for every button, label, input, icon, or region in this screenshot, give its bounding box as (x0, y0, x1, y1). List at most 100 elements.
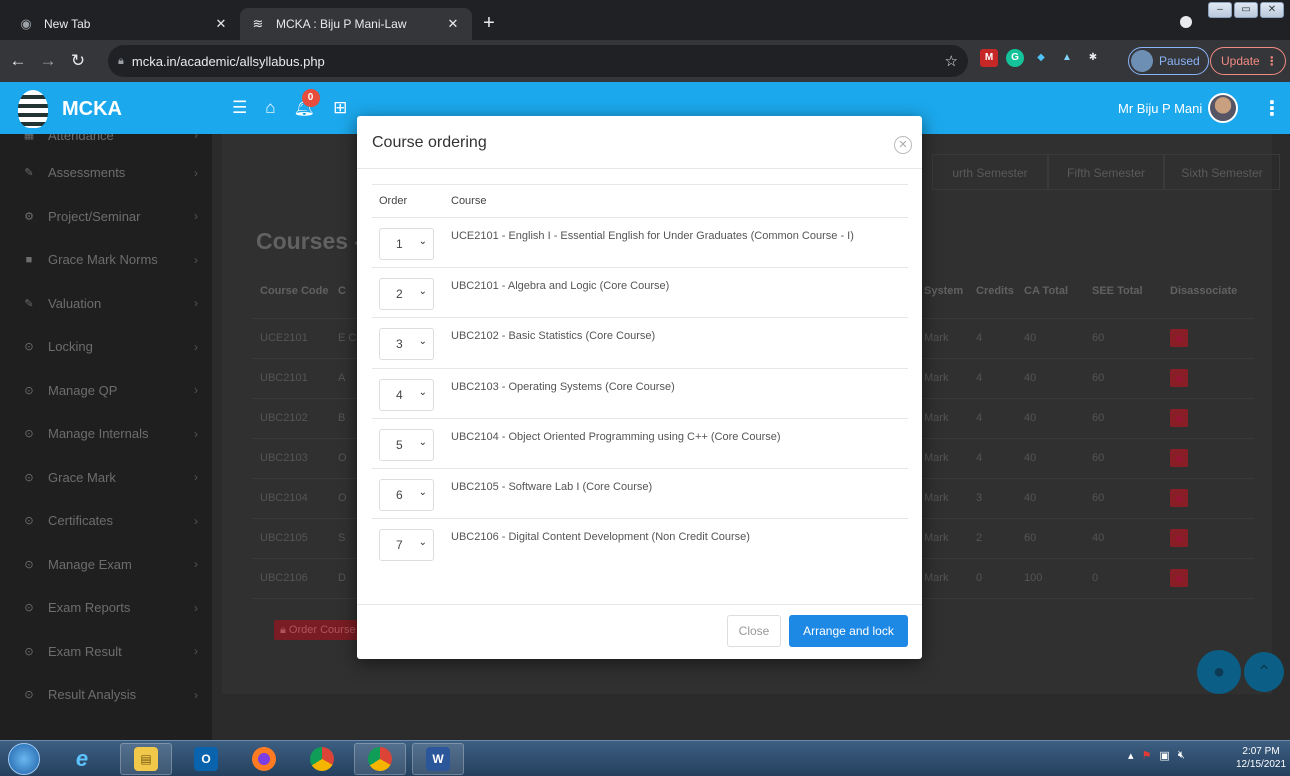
user-name[interactable]: Mr Biju P Mani (1118, 101, 1202, 116)
profile-paused-button[interactable]: Paused (1128, 47, 1209, 75)
gears-icon: ⚙ (24, 210, 34, 223)
chevron-down-icon: ⌄ (418, 436, 427, 448)
new-tab-button[interactable]: + (478, 13, 500, 35)
cell-see: 40 (1084, 518, 1162, 559)
disassociate-button[interactable]: ⦸ (1170, 329, 1188, 347)
apps-grid-icon[interactable]: ⊞ (333, 98, 347, 118)
extension-m-icon[interactable]: M (980, 49, 998, 67)
extension-diamond-icon[interactable]: ◆ (1032, 49, 1050, 67)
chrome-icon: ◉ (20, 16, 32, 31)
sidebar-item-grace-mark[interactable]: ⊙ Grace Mark › (0, 456, 212, 500)
address-bar[interactable]: 🔒︎ mcka.in/academic/allsyllabus.php ☆ (108, 45, 968, 77)
sidebar-item-exam-result[interactable]: ⊙ Exam Result › (0, 630, 212, 674)
sidebar-item-exam-reports[interactable]: ⊙ Exam Reports › (0, 586, 212, 630)
chat-bubble-icon[interactable]: ● (1197, 650, 1241, 694)
order-cell: 1 ⌄ (372, 217, 444, 269)
taskbar-ie[interactable]: e (56, 743, 108, 775)
sidebar-item-certificates[interactable]: ⊙ Certificates › (0, 499, 212, 543)
col-course-code: Course Code (252, 264, 330, 319)
disassociate-button[interactable]: ⦸ (1170, 449, 1188, 467)
clock[interactable]: 2:07 PM 12/15/2021 (1236, 745, 1286, 771)
cell-code: UBC2101 (252, 358, 330, 399)
order-select[interactable]: 5 ⌄ (379, 428, 434, 461)
close-window-icon[interactable]: ✕ (1260, 2, 1284, 18)
tab-close-icon[interactable]: ✕ (444, 16, 462, 32)
order-select[interactable]: 2 ⌄ (379, 278, 434, 311)
tab-mcka[interactable]: ≋ MCKA : Biju P Mani-Law ✕ (240, 8, 472, 40)
reload-icon[interactable]: ↻ (66, 49, 90, 73)
arrange-and-lock-button[interactable]: Arrange and lock (789, 615, 908, 647)
volume-muted-icon[interactable]: 🔇︎ (1178, 749, 1185, 762)
order-cell: 6 ⌄ (372, 468, 444, 520)
disassociate-button[interactable]: ⦸ (1170, 569, 1188, 587)
taskbar-explorer[interactable]: ▤ (120, 743, 172, 775)
back-icon[interactable]: ← (6, 49, 30, 73)
order-select[interactable]: 4 ⌄ (379, 378, 434, 411)
chevron-right-icon: › (194, 557, 198, 572)
action-center-icon[interactable]: ⚑ (1142, 749, 1152, 762)
page-title: Courses - (256, 228, 363, 254)
taskbar-word[interactable]: W (412, 743, 464, 775)
sidebar-item-valuation[interactable]: ✎ Valuation › (0, 282, 212, 326)
sidebar-item-manage-internals[interactable]: ⊙ Manage Internals › (0, 412, 212, 456)
sidebar-item-manage-exam[interactable]: ⊙ Manage Exam › (0, 543, 212, 587)
sidebar-item-project-seminar[interactable]: ⚙ Project/Seminar › (0, 195, 212, 239)
extension-grammarly-icon[interactable]: G (1006, 49, 1024, 67)
chevron-down-icon: ⌄ (418, 486, 427, 498)
disassociate-button[interactable]: ⦸ (1170, 369, 1188, 387)
order-select[interactable]: 6 ⌄ (379, 478, 434, 511)
tab-new-tab[interactable]: ◉ New Tab ✕ (8, 8, 240, 40)
scroll-up-icon[interactable]: ⌃ (1244, 652, 1284, 692)
extension-drive-icon[interactable]: ▲ (1058, 49, 1076, 67)
disassociate-button[interactable]: ⦸ (1170, 529, 1188, 547)
mcka-logo (18, 90, 48, 128)
disassociate-button[interactable]: ⦸ (1170, 409, 1188, 427)
lock-icon: 🔒︎ (280, 624, 286, 636)
order-select[interactable]: 1 ⌄ (379, 228, 434, 260)
tab-sixth-semester[interactable]: Sixth Semester (1164, 154, 1280, 190)
taskbar-chrome[interactable] (296, 743, 348, 775)
taskbar-chrome-profile[interactable] (354, 743, 406, 775)
order-select[interactable]: 3 ⌄ (379, 328, 434, 361)
taskbar-outlook[interactable]: O (180, 743, 232, 775)
taskbar-firefox[interactable] (238, 743, 290, 775)
sidebar-item-attendance[interactable]: ▦ Attendance › (0, 134, 212, 151)
close-button[interactable]: Close (727, 615, 781, 647)
sidebar-item-result-analysis[interactable]: ⊙ Result Analysis › (0, 673, 212, 717)
maximize-icon[interactable]: ▭ (1234, 2, 1258, 18)
modal-header: Course ordering ✕ (357, 116, 922, 169)
tab-fourth-semester[interactable]: urth Semester (932, 154, 1048, 190)
order-select[interactable]: 7 ⌄ (379, 529, 434, 562)
table-row: 1 ⌄ UCE2101 - English I - Essential Engli… (372, 217, 908, 269)
header-icons: ☰ ⌂ 🔔︎ 0 ⊞ (232, 89, 347, 118)
avatar[interactable] (1208, 93, 1238, 123)
cell-ca: 40 (1016, 398, 1084, 439)
start-button[interactable] (8, 743, 40, 775)
extensions-puzzle-icon[interactable]: ✱ (1084, 49, 1102, 67)
order-course-button[interactable]: 🔒︎ Order Course (274, 620, 362, 640)
home-icon[interactable]: ⌂ (265, 98, 275, 118)
sidebar-item-assessments[interactable]: ✎ Assessments › (0, 151, 212, 195)
cell-see: 60 (1084, 358, 1162, 399)
brand[interactable]: MCKA (18, 90, 122, 128)
update-button[interactable]: Update ⋮ (1210, 47, 1286, 75)
cell-see: 60 (1084, 438, 1162, 479)
tray-expand-icon[interactable]: ▴ (1128, 749, 1134, 762)
forward-icon[interactable]: → (36, 49, 60, 73)
sidebar-item-grace-mark-norms[interactable]: ■ Grace Mark Norms › (0, 238, 212, 282)
disassociate-button[interactable]: ⦸ (1170, 489, 1188, 507)
sidebar-item-manage-qp[interactable]: ⊙ Manage QP › (0, 369, 212, 413)
minimize-icon[interactable]: – (1208, 2, 1232, 18)
bookmark-star-icon[interactable]: ☆ (945, 52, 958, 70)
notifications-button[interactable]: 🔔︎ 0 (294, 89, 320, 118)
cell-ca: 60 (1016, 518, 1084, 559)
kebab-menu-icon[interactable]: ⋮ (1262, 96, 1282, 121)
window-controls: – ▭ ✕ (1208, 2, 1284, 18)
network-icon[interactable]: ▣ (1159, 749, 1169, 762)
tab-fifth-semester[interactable]: Fifth Semester (1048, 154, 1164, 190)
sidebar-item-locking[interactable]: ⊙ Locking › (0, 325, 212, 369)
tab-close-icon[interactable]: ✕ (212, 16, 230, 32)
close-icon[interactable]: ✕ (894, 136, 912, 154)
menu-list-icon[interactable]: ☰ (232, 98, 247, 118)
chevron-right-icon: › (194, 644, 198, 659)
